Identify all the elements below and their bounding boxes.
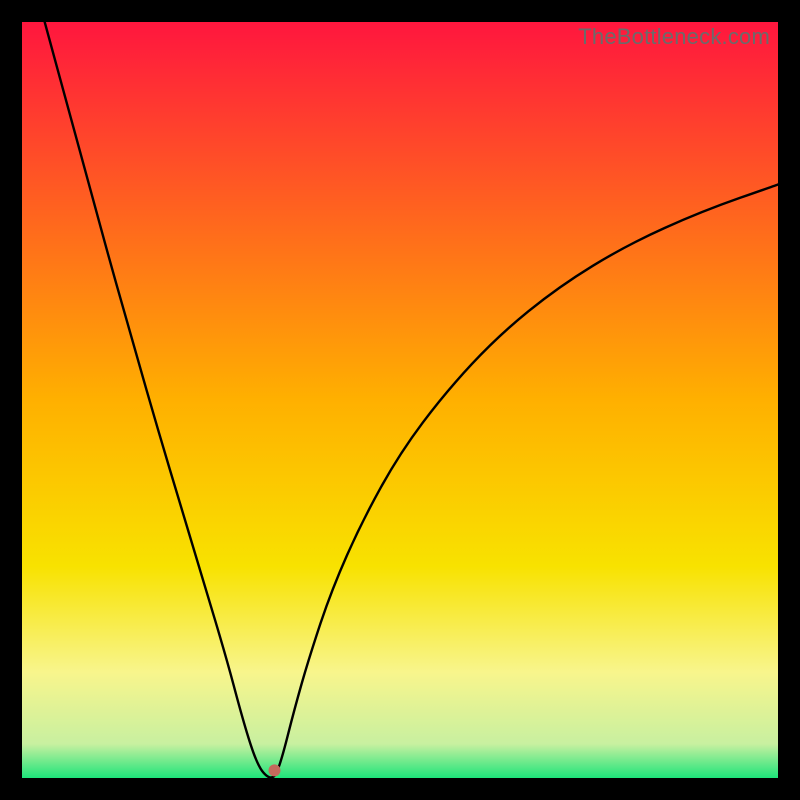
- chart-frame: TheBottleneck.com: [22, 22, 778, 778]
- gradient-background: [22, 22, 778, 778]
- watermark-text: TheBottleneck.com: [578, 24, 770, 50]
- bottleneck-chart: [22, 22, 778, 778]
- optimum-marker: [269, 764, 281, 776]
